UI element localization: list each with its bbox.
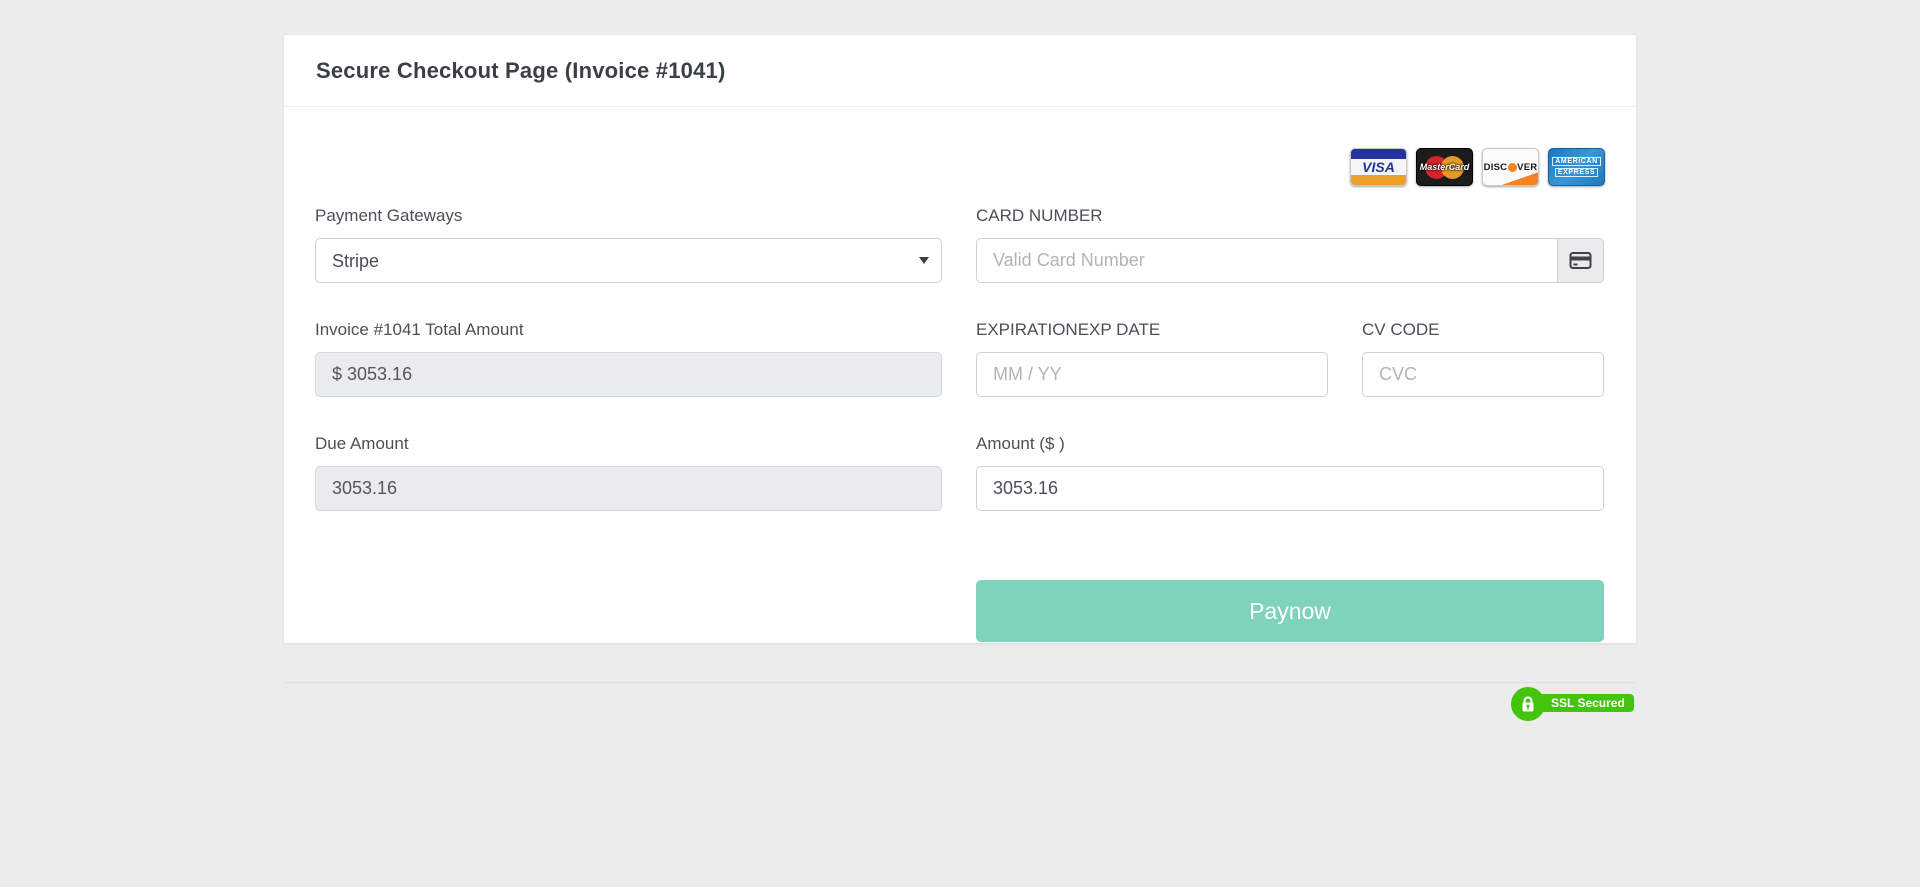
exp-cvc-row: EXPIRATIONEXP DATE CV CODE bbox=[976, 319, 1604, 397]
discover-swoosh bbox=[1499, 172, 1539, 186]
amex-label-line2: EXPRESS bbox=[1555, 168, 1598, 177]
amex-card-icon: AMERICAN EXPRESS bbox=[1548, 148, 1605, 186]
expiration-field: EXPIRATIONEXP DATE bbox=[976, 319, 1328, 397]
paynow-button[interactable]: Paynow bbox=[976, 580, 1604, 642]
checkout-page: { "card": { "title": "Secure Checkout Pa… bbox=[0, 0, 1920, 887]
lock-icon bbox=[1520, 696, 1536, 713]
mastercard-label: MasterCard bbox=[1417, 149, 1472, 185]
invoice-total-input bbox=[315, 352, 942, 397]
due-amount-input bbox=[315, 466, 942, 511]
invoice-total-field: Invoice #1041 Total Amount bbox=[315, 319, 942, 397]
card-body: VISA MasterCard DISC VER AMERICAN EXPRESS bbox=[284, 147, 1636, 642]
card-number-field: CARD NUMBER bbox=[976, 205, 1604, 283]
due-amount-field: Due Amount bbox=[315, 433, 942, 511]
mastercard-card-icon: MasterCard bbox=[1416, 148, 1473, 186]
visa-label: VISA bbox=[1351, 158, 1406, 176]
payment-gateway-select-wrap: Stripe bbox=[315, 238, 942, 283]
page-divider bbox=[284, 682, 1636, 683]
amount-field: Amount ($ ) bbox=[976, 433, 1604, 511]
discover-orange-ball bbox=[1508, 163, 1517, 172]
amount-label: Amount ($ ) bbox=[976, 433, 1604, 455]
form-left-column: Payment Gateways Stripe Invoice #1041 To… bbox=[315, 205, 942, 642]
discover-label-right: VER bbox=[1517, 162, 1537, 173]
checkout-card: Secure Checkout Page (Invoice #1041) VIS… bbox=[284, 35, 1636, 643]
cvc-input[interactable] bbox=[1362, 352, 1604, 397]
card-number-input-group bbox=[976, 238, 1604, 283]
card-number-addon bbox=[1558, 238, 1604, 283]
cvc-label: CV CODE bbox=[1362, 319, 1604, 341]
card-number-input[interactable] bbox=[976, 238, 1558, 283]
invoice-total-label: Invoice #1041 Total Amount bbox=[315, 319, 942, 341]
payment-gateway-label: Payment Gateways bbox=[315, 205, 942, 227]
accepted-cards-row: VISA MasterCard DISC VER AMERICAN EXPRESS bbox=[315, 147, 1605, 187]
ssl-secured-badge: SSL Secured bbox=[1511, 687, 1632, 721]
payment-gateway-select[interactable]: Stripe bbox=[315, 238, 942, 283]
amex-label-line1: AMERICAN bbox=[1552, 157, 1601, 166]
page-title: Secure Checkout Page (Invoice #1041) bbox=[316, 58, 725, 84]
card-header: Secure Checkout Page (Invoice #1041) bbox=[284, 35, 1636, 107]
discover-card-icon: DISC VER bbox=[1482, 148, 1539, 186]
expiration-input[interactable] bbox=[976, 352, 1328, 397]
amount-input[interactable] bbox=[976, 466, 1604, 511]
expiration-label: EXPIRATIONEXP DATE bbox=[976, 319, 1328, 341]
ssl-badge-text: SSL Secured bbox=[1538, 694, 1634, 712]
payment-gateway-field: Payment Gateways Stripe bbox=[315, 205, 942, 283]
visa-bottom-stripe bbox=[1351, 175, 1406, 185]
credit-card-icon bbox=[1569, 251, 1592, 270]
checkout-form: Payment Gateways Stripe Invoice #1041 To… bbox=[315, 205, 1605, 642]
ssl-badge-circle bbox=[1511, 687, 1545, 721]
discover-label-left: DISC bbox=[1484, 162, 1508, 173]
form-right-column: CARD NUMBER EXPI bbox=[976, 205, 1604, 642]
visa-card-icon: VISA bbox=[1350, 148, 1407, 186]
cvc-field: CV CODE bbox=[1362, 319, 1604, 397]
due-amount-label: Due Amount bbox=[315, 433, 942, 455]
amex-label: AMERICAN EXPRESS bbox=[1549, 149, 1604, 185]
card-number-label: CARD NUMBER bbox=[976, 205, 1604, 227]
